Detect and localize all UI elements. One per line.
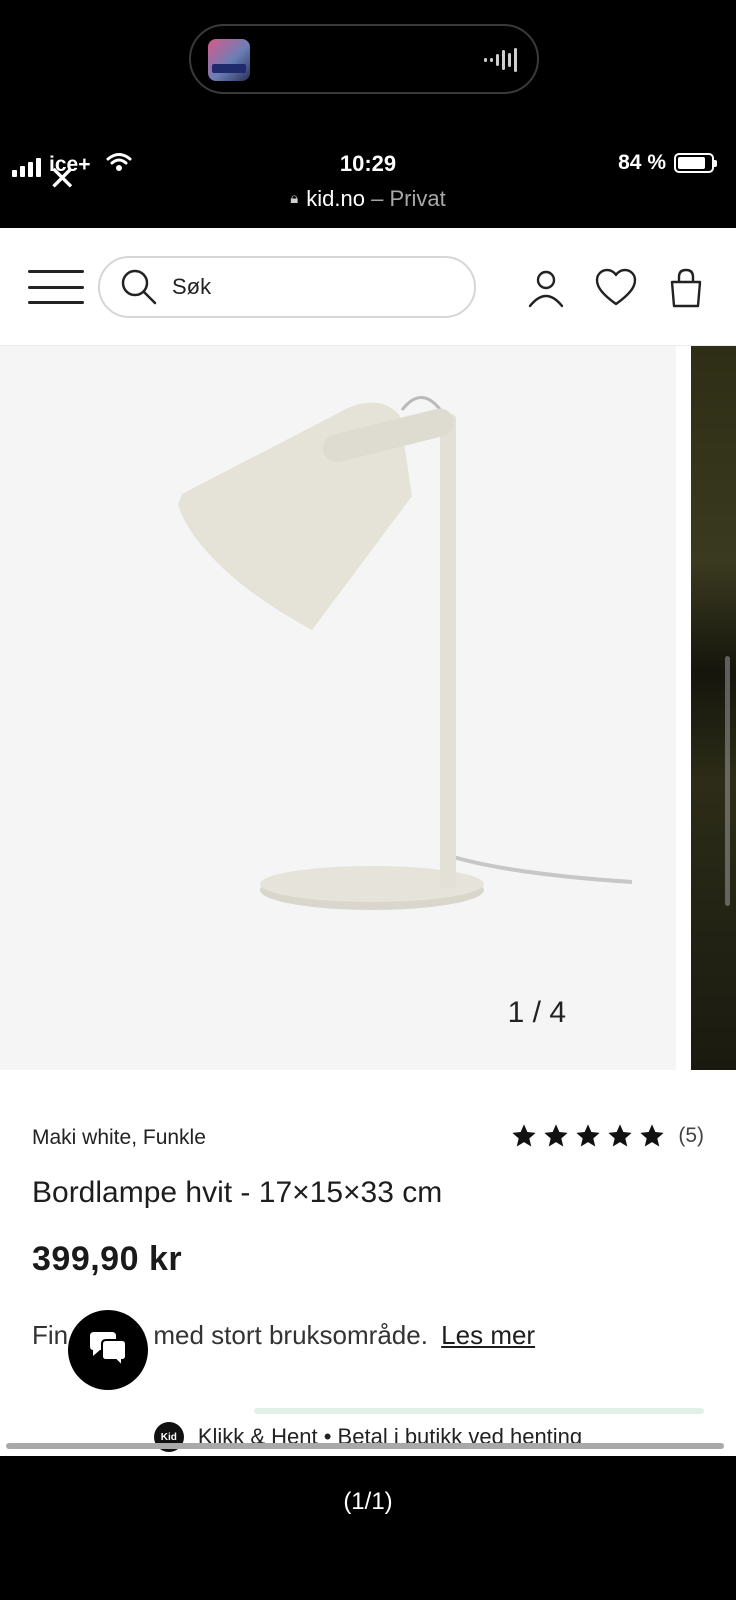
audio-wave-icon <box>484 48 517 72</box>
now-playing-artwork <box>208 39 250 81</box>
star-icon <box>608 1124 632 1147</box>
star-icon <box>544 1124 568 1147</box>
image-counter: 1 / 4 <box>507 996 566 1029</box>
chat-bubbles-icon <box>90 1332 127 1369</box>
menu-icon[interactable] <box>28 270 84 304</box>
read-more-link[interactable]: Les mer <box>441 1320 535 1350</box>
star-icon <box>512 1124 536 1147</box>
rating[interactable]: (5) <box>510 1122 704 1150</box>
url-host: kid.no <box>306 186 365 211</box>
rating-count: (5) <box>678 1124 704 1147</box>
product-gallery[interactable]: 1 / 4 <box>0 346 736 1070</box>
dynamic-island[interactable] <box>189 24 539 94</box>
private-mode-label: – Privat <box>371 186 446 211</box>
battery-icon <box>674 153 717 173</box>
scroll-indicator <box>725 656 730 906</box>
search-placeholder: Søk <box>172 274 212 299</box>
cart-bag-icon[interactable] <box>664 266 708 310</box>
lock-icon: 🔒︎ <box>290 190 299 207</box>
account-icon[interactable] <box>524 266 568 310</box>
address-bar[interactable]: 🔒︎ kid.no – Privat <box>0 186 736 212</box>
lamp-image <box>178 396 633 910</box>
web-page: Søk 1 / 4 Maki white, Funkle (5) Bordlam… <box>0 228 736 1456</box>
header-actions <box>524 266 708 310</box>
site-header: Søk <box>0 228 736 346</box>
wishlist-heart-icon[interactable] <box>594 266 638 310</box>
search-icon <box>118 266 160 308</box>
product-brand: Maki white, Funkle <box>32 1126 206 1149</box>
viewer-bottom-bar: (1/1) <box>0 1456 736 1600</box>
product-info: Maki white, Funkle (5) Bordlampe hvit - … <box>0 1070 736 1456</box>
search-input[interactable]: Søk <box>98 256 476 318</box>
status-right: 84 % <box>618 151 717 175</box>
battery-percent: 84 % <box>618 151 666 174</box>
image-pager: (1/1) <box>343 1488 393 1515</box>
star-icon <box>640 1124 664 1147</box>
star-icon <box>576 1124 600 1147</box>
product-title: Bordlampe hvit - 17×15×33 cm <box>32 1176 443 1209</box>
top-bar: ice+ ✕ 10:29 84 % 🔒︎ kid.no – Privat <box>0 0 736 228</box>
product-image[interactable]: 1 / 4 <box>0 346 676 1070</box>
chat-button[interactable] <box>68 1310 148 1390</box>
horizontal-scrollbar[interactable] <box>6 1443 724 1449</box>
product-price: 399,90 kr <box>32 1240 183 1278</box>
section-divider <box>254 1408 704 1414</box>
